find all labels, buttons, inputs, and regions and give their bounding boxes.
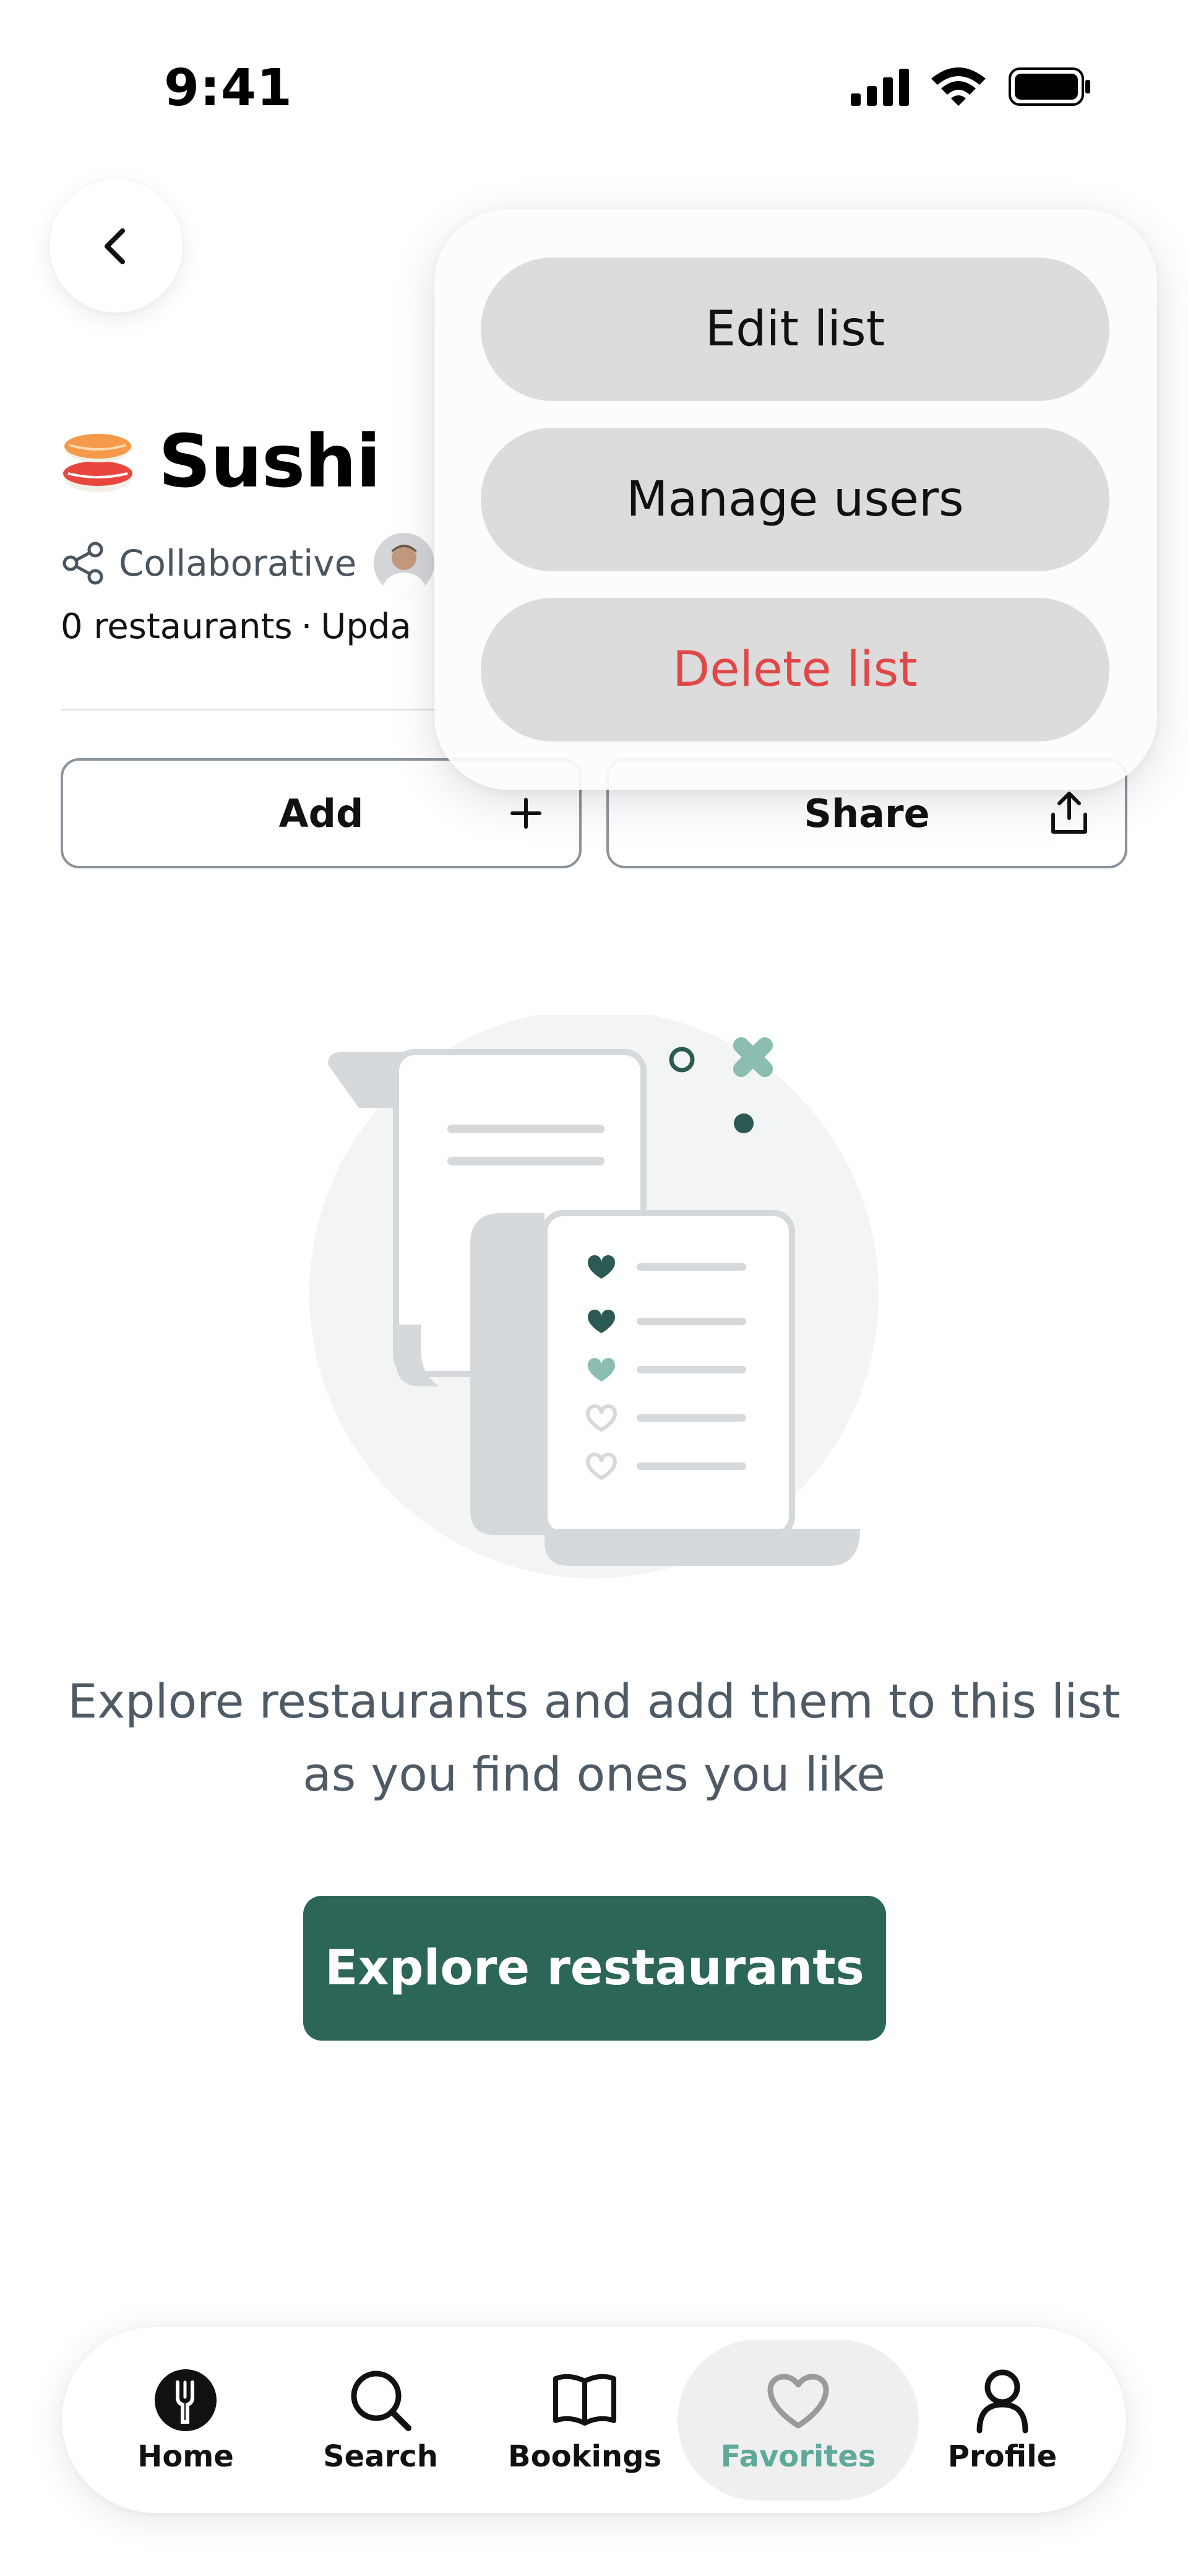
nav-item-home[interactable]: Home [124,2340,248,2500]
wifi-icon [931,67,986,106]
nav-item-favorites[interactable]: Favorites [678,2340,919,2500]
nav-label-profile: Profile [947,2439,1057,2474]
battery-icon [1009,67,1090,106]
book-icon [553,2374,616,2426]
avatar-photo [374,533,435,594]
status-time: 9:41 [164,59,293,118]
edit-list-button[interactable]: Edit list [481,257,1109,401]
status-icons [851,67,1090,106]
share-button-label: Share [804,790,930,836]
signal-icon [851,69,909,106]
nav-item-search[interactable]: Search [319,2340,442,2500]
heart-icon [767,2374,829,2429]
person-icon [976,2369,1028,2434]
stats-row: 0 restaurants · Upda [61,607,411,647]
nav-item-bookings[interactable]: Bookings [508,2340,662,2500]
delete-list-button[interactable]: Delete list [481,598,1109,741]
receipt-hearts-illustration [309,1015,879,1578]
share-nodes-icon [62,542,103,585]
updated-text: Upda [321,607,411,647]
meta-row: Collaborative [61,529,435,597]
search-icon [351,2371,411,2431]
restaurant-count: 0 restaurants [61,607,293,647]
nav-label-favorites: Favorites [720,2439,876,2474]
nav-label-home: Home [137,2439,234,2474]
list-title: Sushi [158,418,381,504]
explore-restaurants-button[interactable]: Explore restaurants [303,1896,886,2041]
back-button[interactable] [50,179,183,313]
plus-icon [510,798,541,829]
empty-state-message: Explore restaurants and add them to this… [67,1674,1121,1802]
home-fork-icon [155,2369,217,2431]
add-button-label: Add [278,790,364,836]
nav-label-bookings: Bookings [508,2439,662,2474]
bottom-nav: Home Search Bookings Favorites Profile [62,2327,1126,2513]
avatar[interactable] [374,533,435,594]
chevron-left-icon [104,228,125,264]
share-upload-icon [1051,792,1087,834]
nav-label-search: Search [323,2439,438,2474]
sushi-icon [63,434,132,492]
status-bar: 9:41 [0,0,1188,161]
nav-item-profile[interactable]: Profile [940,2340,1064,2500]
meta-separator: · [301,607,312,647]
manage-users-button[interactable]: Manage users [481,428,1109,571]
list-options-menu: Edit list Manage users Delete list [434,209,1157,790]
collaborative-label: Collaborative [119,542,357,584]
